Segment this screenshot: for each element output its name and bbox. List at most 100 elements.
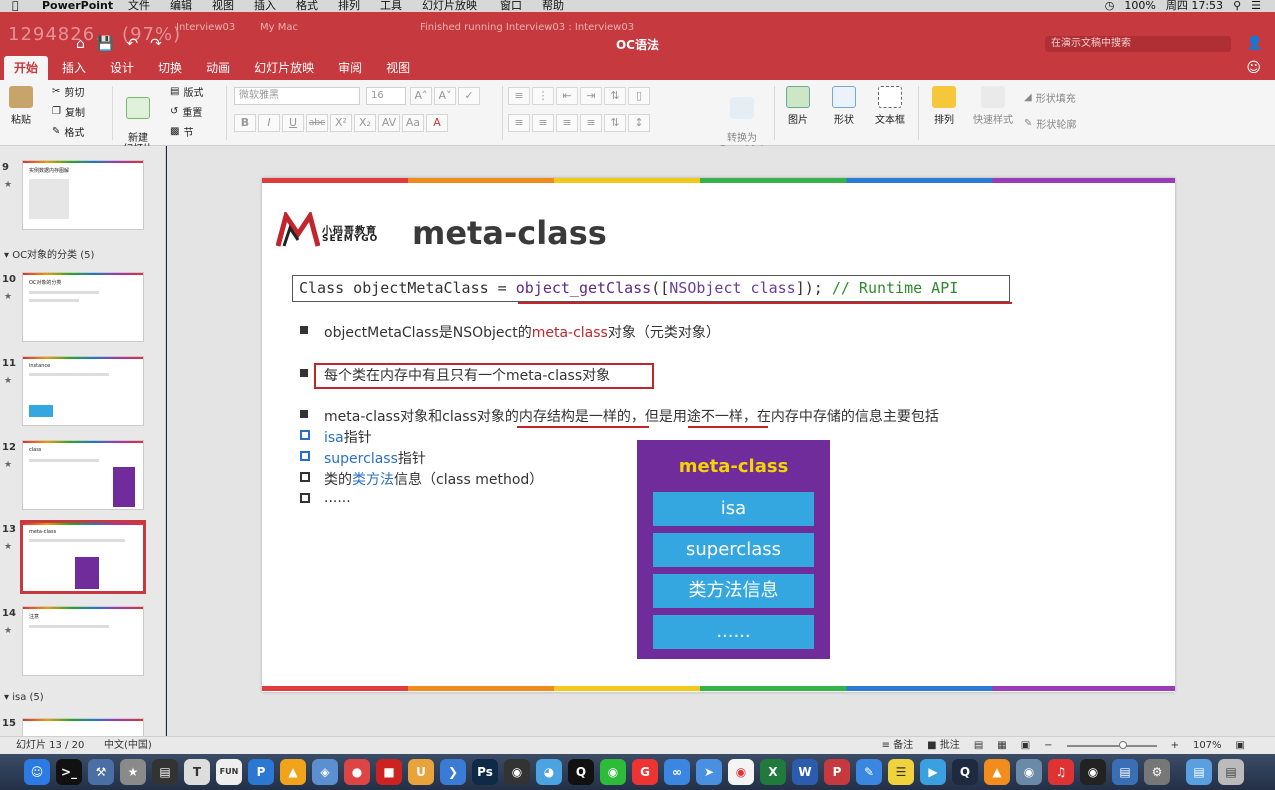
zoom-level[interactable]: 107% [1193,737,1222,754]
clear-format-icon[interactable]: ✓ [458,87,480,105]
slide-thumbnail-14[interactable]: 注意 [22,606,144,676]
font-size-select[interactable]: 16 [366,87,406,105]
justify-icon[interactable]: ≡ [580,114,602,132]
trash-icon[interactable]: ▤ [1218,759,1244,785]
new-slide-button[interactable]: 新建 幻灯片 [118,86,158,155]
format-painter-button[interactable]: ✎ 格式 [52,124,84,139]
increase-indent-icon[interactable]: ⇥ [580,87,602,105]
bold-icon[interactable]: B [234,114,256,132]
search-input[interactable]: 在演示文稿中搜索 [1045,36,1231,52]
menu-insert[interactable]: 插入 [254,0,276,12]
language-indicator[interactable]: 中文(中国) [104,737,152,754]
subscript-icon[interactable]: X₂ [354,114,376,132]
textbox-button[interactable]: 文本框 [872,86,908,126]
wifi-icon[interactable]: ◷ [1105,0,1115,12]
shape-outline-button[interactable]: ✎ 形状轮廓 [1024,116,1076,131]
convert-smartart-button[interactable]: 转换为 SmartArt [716,86,768,155]
zoom-out-icon[interactable]: − [1044,737,1052,754]
strikethrough-icon[interactable]: abc [306,114,328,132]
shape-fill-button[interactable]: ◢ 形状填充 [1024,90,1076,105]
wechat-icon[interactable]: ◉ [600,759,626,785]
slide-thumbnail-15[interactable] [22,718,144,736]
app-icon[interactable]: ▤ [152,759,178,785]
comments-button[interactable]: ■ 批注 [927,737,960,754]
columns-icon[interactable]: ▯ [628,87,650,105]
tab-review[interactable]: 审阅 [328,56,372,80]
app-icon[interactable]: ▲ [280,759,306,785]
app-menu[interactable]: PowerPoint [42,0,113,12]
system-preferences-icon[interactable]: ⚙ [1144,759,1170,785]
tab-home[interactable]: 开始 [4,56,49,80]
app-icon[interactable]: ■ [376,759,402,785]
menu-help[interactable]: 帮助 [542,0,564,12]
app-icon[interactable]: ◕ [536,759,562,785]
vscode-icon[interactable]: ❯ [440,759,466,785]
slide-thumbnail-9[interactable]: 实例数据内存图解 [22,160,144,230]
zoom-slider[interactable] [1066,740,1157,749]
app-icon[interactable]: G [632,759,658,785]
slide-thumbnail-12[interactable]: class [22,440,144,510]
menu-edit[interactable]: 编辑 [170,0,192,12]
app-icon[interactable]: ▤ [1112,759,1138,785]
section-header[interactable]: ▾ isa (5) [4,692,44,703]
change-case-icon[interactable]: Aa [402,114,424,132]
align-text-icon[interactable]: ↕ [628,114,650,132]
clock[interactable]: 周四 17:53 [1166,0,1223,12]
char-spacing-icon[interactable]: AV [378,114,400,132]
shape-button[interactable]: 形状 [828,86,860,126]
menu-arrange[interactable]: 排列 [338,0,360,12]
slide-thumbnail-13[interactable]: meta-class [20,520,146,594]
app-icon[interactable]: ● [344,759,370,785]
app-icon[interactable]: ◉ [1016,759,1042,785]
cut-button[interactable]: ✂ 剪切 [52,84,84,99]
font-name-select[interactable]: 微软雅黑 [234,87,360,105]
sorter-view-icon[interactable]: ▦ [997,737,1006,754]
align-left-icon[interactable]: ≡ [508,114,530,132]
superscript-icon[interactable]: X² [330,114,352,132]
excel-icon[interactable]: X [760,759,786,785]
arrange-button[interactable]: 排列 [928,86,960,126]
textedit-icon[interactable]: T [184,759,210,785]
tab-insert[interactable]: 插入 [52,56,96,80]
xcode-icon[interactable]: ⚒ [88,759,114,785]
shrink-font-icon[interactable]: A˅ [434,87,456,105]
layout-button[interactable]: ▤ 版式 [170,84,203,99]
picture-button[interactable]: 图片 [782,86,814,126]
underline-icon[interactable]: U [282,114,304,132]
menu-view[interactable]: 视图 [212,0,234,12]
grow-font-icon[interactable]: A˄ [410,87,432,105]
photoshop-icon[interactable]: Ps [472,759,498,785]
italic-icon[interactable]: I [258,114,280,132]
app-icon[interactable]: ◈ [312,759,338,785]
normal-view-icon[interactable]: ▤ [974,737,983,754]
netease-music-icon[interactable]: ♫ [1048,759,1074,785]
menu-file[interactable]: 文件 [128,0,150,12]
terminal-icon[interactable]: >_ [56,759,82,785]
current-slide[interactable]: 小码哥教育 SEEMYGO meta-class Class objectMet… [262,178,1175,692]
word-icon[interactable]: W [792,759,818,785]
search-icon[interactable]: ⚲ [1233,0,1241,12]
text-direction-icon[interactable]: ⇅ [604,114,626,132]
paste-button[interactable]: 粘贴 [6,86,36,126]
fit-window-icon[interactable]: ▣ [1236,737,1245,754]
app-icon[interactable]: ➤ [696,759,722,785]
copy-button[interactable]: ❐ 复制 [52,104,85,119]
qq-icon[interactable]: Q [568,759,594,785]
app-icon[interactable]: FUN [216,759,242,785]
share-user-icon[interactable]: 👤 [1247,36,1263,51]
app-icon[interactable]: ▶ [920,759,946,785]
tab-slideshow[interactable]: 幻灯片放映 [244,56,324,80]
decrease-indent-icon[interactable]: ⇤ [556,87,578,105]
tab-transitions[interactable]: 切换 [148,56,192,80]
tab-animations[interactable]: 动画 [196,56,240,80]
battery-label[interactable]: 100% [1124,0,1155,12]
notes-button[interactable]: ≡ 备注 [882,737,914,754]
app-icon[interactable]: U [408,759,434,785]
app-icon[interactable]: P [248,759,274,785]
powerpoint-icon[interactable]: P [824,759,850,785]
github-icon[interactable]: ◉ [504,759,530,785]
font-color-icon[interactable]: A [426,114,448,132]
zoom-slider-knob[interactable] [1118,740,1127,749]
notes-icon[interactable]: ☰ [888,759,914,785]
align-right-icon[interactable]: ≡ [556,114,578,132]
